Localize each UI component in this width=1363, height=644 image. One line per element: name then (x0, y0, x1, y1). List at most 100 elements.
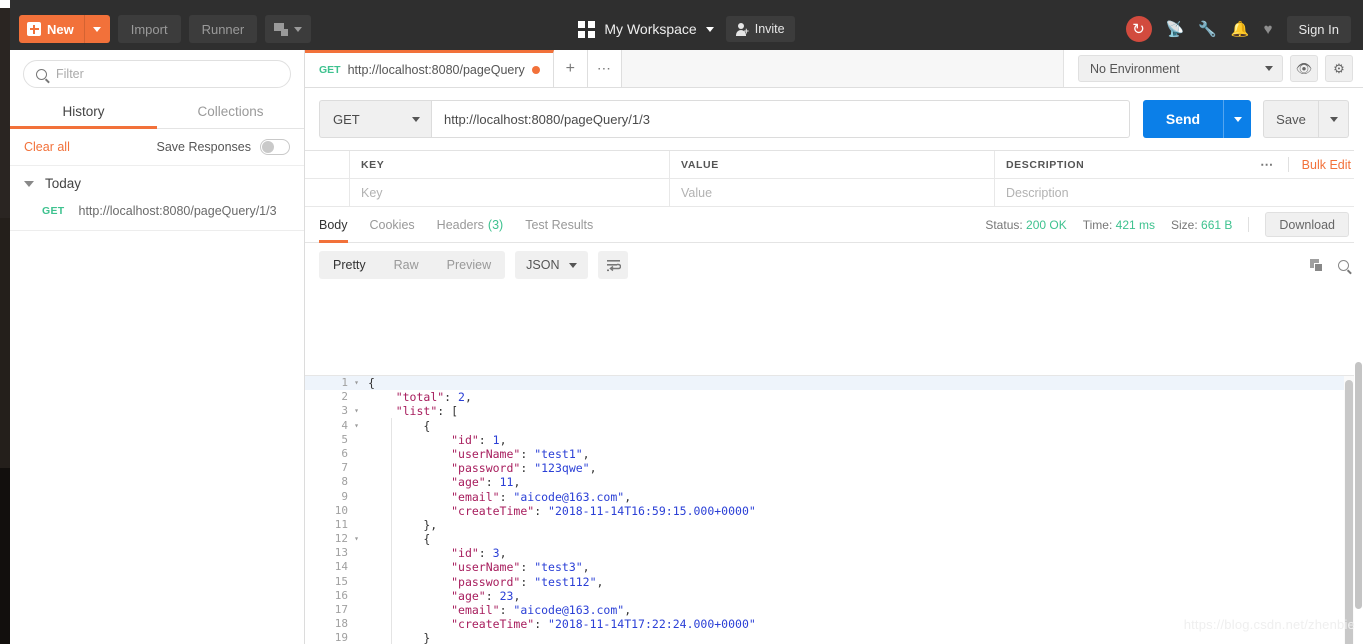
response-tabs: Body Cookies Headers (3) Test Results (319, 207, 593, 243)
sidebar-tab-collections[interactable]: Collections (157, 96, 304, 128)
line-number: 8 (341, 475, 348, 489)
code-line: 2 "total": 2, (305, 390, 1363, 404)
view-mode-raw[interactable]: Raw (380, 251, 433, 279)
divider (1287, 157, 1289, 172)
sync-icon[interactable]: ↻ (1125, 16, 1152, 42)
environment-quick-look-button[interactable]: 👁 (1290, 55, 1318, 82)
bell-icon[interactable]: 🔔 (1231, 22, 1250, 37)
params-description-input[interactable]: Description (995, 179, 1363, 207)
params-value-input[interactable]: Value (670, 179, 995, 207)
line-number: 6 (341, 446, 348, 460)
history-item-url: http://localhost:8080/pageQuery/1/3 (78, 204, 277, 218)
toggle-switch[interactable] (260, 139, 290, 155)
params-header-key: KEY (350, 151, 670, 179)
save-button[interactable]: Save (1263, 100, 1319, 138)
code-line: 14 "userName": "test3", (305, 560, 1363, 574)
url-input[interactable] (431, 100, 1130, 138)
add-tab-button[interactable]: + (553, 50, 588, 87)
method-selector[interactable]: GET (319, 100, 431, 138)
line-number: 13 (334, 546, 348, 560)
new-button[interactable]: New (19, 15, 110, 43)
view-mode-pretty[interactable]: Pretty (319, 251, 380, 279)
tab-options-button[interactable]: ⋯ (587, 50, 622, 87)
send-options-button[interactable] (1223, 100, 1251, 138)
copy-icon[interactable] (1310, 258, 1323, 272)
download-button[interactable]: Download (1265, 212, 1349, 237)
satellite-dish-icon[interactable]: 📡 (1166, 22, 1185, 37)
language-selector[interactable]: JSON (515, 251, 589, 279)
save-options-button[interactable] (1319, 100, 1349, 138)
sidebar-tab-history[interactable]: History (10, 96, 157, 129)
fold-toggle-icon[interactable]: ▾ (351, 376, 362, 390)
code-text: "userName": "test3", (451, 560, 590, 575)
fold-toggle-icon[interactable]: ▾ (351, 404, 362, 418)
code-scrollbar-thumb[interactable] (1345, 380, 1353, 644)
panel-scrollbar-thumb[interactable] (1355, 362, 1362, 609)
environment-selector[interactable]: No Environment (1078, 55, 1283, 82)
history-item[interactable]: GET http://localhost:8080/pageQuery/1/3 (10, 200, 304, 230)
params-key-input[interactable]: Key (350, 179, 670, 207)
search-icon[interactable] (1338, 259, 1349, 271)
clear-all-button[interactable]: Clear all (24, 140, 70, 154)
grid-icon (578, 20, 596, 38)
runner-button[interactable]: Runner (188, 15, 258, 43)
response-body-viewer[interactable]: 1 ▾{2 "total": 2, 3 ▾ "list": [4 ▾ {5 "id": … (305, 375, 1363, 644)
heart-icon[interactable]: ♥ (1264, 22, 1273, 37)
tab-cookies[interactable]: Cookies (370, 207, 415, 243)
code-line: 10 "createTime": "2018-11-14T16:59:15.00… (305, 504, 1363, 518)
tab-headers[interactable]: Headers (3) (437, 207, 504, 243)
window-left-edge (0, 8, 10, 644)
new-window-button[interactable] (265, 15, 312, 43)
params-options-button[interactable]: ⋯ (1260, 157, 1275, 173)
request-tab[interactable]: GET http://localhost:8080/pageQuery (305, 50, 554, 87)
download-label: Download (1279, 217, 1335, 232)
toolbar-left-group: New Import Runner (10, 15, 312, 43)
time-meta: Time: 421 ms (1083, 218, 1155, 232)
save-label: Save (1276, 111, 1306, 127)
send-label: Send (1165, 111, 1201, 127)
save-button-group: Save (1263, 100, 1349, 138)
sign-in-button[interactable]: Sign In (1286, 15, 1351, 43)
wrench-icon[interactable]: 🔧 (1198, 22, 1217, 37)
new-dropdown-button[interactable] (83, 15, 110, 43)
filter-box[interactable] (23, 60, 291, 88)
url-bar: GET Send Save (305, 88, 1363, 150)
filter-container (10, 50, 304, 96)
line-number: 15 (334, 574, 348, 588)
view-mode-preview[interactable]: Preview (433, 251, 505, 279)
code-line: 13 "id": 3, (305, 546, 1363, 560)
line-number: 3 (341, 404, 348, 418)
request-tab-strip: GET http://localhost:8080/pageQuery + ⋯ … (305, 50, 1363, 88)
line-number: 2 (341, 390, 348, 404)
line-number: 12 (334, 532, 348, 546)
tab-test-results[interactable]: Test Results (525, 207, 593, 243)
line-number: 10 (334, 503, 348, 517)
sidebar-divider (10, 230, 304, 231)
time-value: 421 ms (1115, 217, 1156, 232)
workspace-selector[interactable]: My Workspace (578, 20, 714, 38)
language-label: JSON (526, 258, 560, 272)
format-bar-right (1310, 258, 1349, 272)
environment-settings-button[interactable]: ⚙ (1325, 55, 1353, 82)
tab-cookies-label: Cookies (369, 217, 415, 232)
invite-button[interactable]: + Invite (725, 16, 795, 42)
top-toolbar: New Import Runner My Workspace + Invite … (10, 8, 1363, 50)
import-button[interactable]: Import (117, 15, 181, 43)
sidebar-tab-collections-label: Collections (197, 104, 264, 119)
tab-body[interactable]: Body (319, 207, 348, 243)
fold-toggle-icon[interactable]: ▾ (351, 419, 362, 433)
params-row-checkbox-cell[interactable] (305, 179, 350, 207)
word-wrap-glyph (606, 259, 621, 271)
new-page-icon (274, 22, 289, 36)
history-group-today[interactable]: Today (10, 166, 304, 200)
send-button[interactable]: Send (1143, 100, 1223, 138)
word-wrap-icon[interactable] (598, 251, 629, 279)
fold-toggle-icon[interactable]: ▾ (351, 532, 362, 546)
view-mode-pretty-label: Pretty (333, 258, 366, 272)
search-input[interactable] (56, 67, 278, 81)
divider (1248, 217, 1250, 232)
bulk-edit-button[interactable]: Bulk Edit (1302, 158, 1351, 172)
params-table: KEY VALUE DESCRIPTION ⋯ Bulk Edit Key Va… (305, 150, 1363, 207)
import-label: Import (130, 21, 168, 37)
save-responses-toggle[interactable]: Save Responses (156, 139, 290, 155)
